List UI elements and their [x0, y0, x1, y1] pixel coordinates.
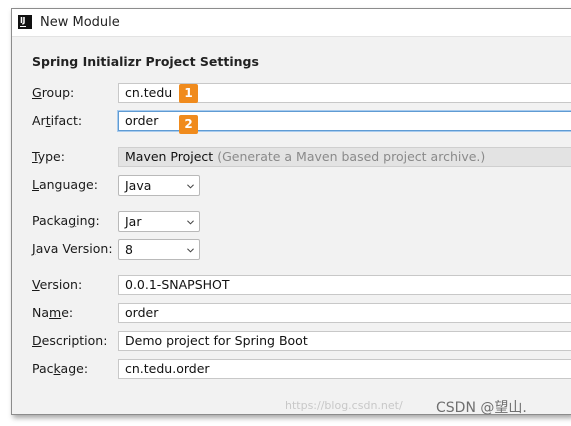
artifact-label: Artifact: [32, 113, 83, 128]
package-input[interactable]: cn.tedu.order [118, 359, 571, 379]
watermark-url: https://blog.csdn.net/ [285, 399, 403, 412]
packaging-label: Packaging: [32, 213, 100, 228]
version-label: Version: [32, 277, 83, 292]
java-version-value: 8 [125, 242, 133, 257]
step-badge-2: 2 [179, 115, 198, 134]
group-label: Group: [32, 85, 75, 100]
type-select[interactable]: Maven Project (Generate a Maven based pr… [118, 147, 571, 167]
title-bar[interactable]: IJ New Module [12, 9, 571, 37]
name-input[interactable]: order [118, 303, 571, 323]
window-title: New Module [40, 15, 120, 30]
section-heading: Spring Initializr Project Settings [32, 54, 259, 69]
new-module-dialog: IJ New Module Spring Initializr Project … [11, 8, 571, 415]
language-value: Java [125, 178, 152, 193]
type-hint: (Generate a Maven based project archive.… [217, 149, 486, 164]
chevron-down-icon [187, 220, 194, 225]
version-input[interactable]: 0.0.1-SNAPSHOT [118, 275, 571, 295]
description-input[interactable]: Demo project for Spring Boot [118, 331, 571, 351]
java-version-select[interactable]: 8 [118, 239, 200, 260]
watermark-brand: CSDN @望山. [436, 400, 527, 416]
chevron-down-icon [187, 184, 194, 189]
java-version-label: Java Version: [32, 241, 113, 256]
type-label: Type: [32, 149, 65, 164]
name-label: Name: [32, 305, 74, 320]
language-select[interactable]: Java [118, 175, 200, 196]
packaging-value: Jar [125, 214, 142, 229]
intellij-icon: IJ [18, 15, 32, 29]
package-label: Package: [32, 361, 89, 376]
type-value: Maven Project [125, 149, 214, 164]
packaging-select[interactable]: Jar [118, 211, 200, 232]
chevron-down-icon [187, 248, 194, 253]
description-label: Description: [32, 333, 108, 348]
language-label: Language: [32, 177, 98, 192]
step-badge-1: 1 [179, 84, 198, 103]
